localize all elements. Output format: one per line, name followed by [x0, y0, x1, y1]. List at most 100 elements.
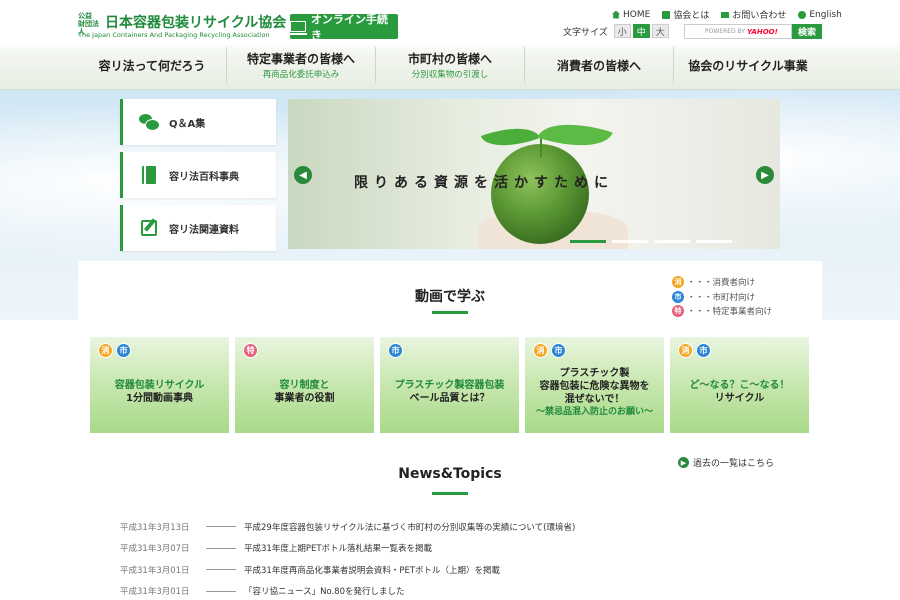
news-date: 平成31年3月13日: [120, 522, 190, 533]
search-provider-logo: YAHOO!: [747, 27, 778, 36]
online-procedure-button[interactable]: オンライン手続き: [288, 13, 398, 42]
online-procedure-label: オンライン手続き: [310, 12, 388, 42]
nav-item-label: 市町村の皆様へ: [407, 52, 492, 66]
nav-item-label: 協会のリサイクル事業: [688, 58, 808, 73]
logo-title: 日本容器包装リサイクル協会: [105, 15, 287, 31]
font-size-switcher: 文字サイズ 小 中 大: [563, 24, 669, 38]
legend-label: ・・・特定事業者向け: [687, 307, 773, 318]
about-link[interactable]: 協会とは: [662, 8, 709, 21]
municipal-badge: 市: [388, 343, 403, 358]
globe-icon: [798, 10, 807, 19]
video-card[interactable]: 市 プラスチック製容器包装 ベール品質とは？: [380, 337, 519, 433]
news-item[interactable]: 平成31年3月01日 「容リ協ニュース」No.80を発行しました: [120, 581, 800, 600]
news-list: 平成31年3月13日 平成29年度容器包装リサイクル法に基づく市町村の分別収集等…: [120, 516, 800, 600]
municipal-badge: 市: [672, 290, 684, 303]
news-date: 平成31年3月01日: [120, 565, 190, 576]
legend-item: 特 ・・・特定事業者向け: [672, 304, 772, 319]
news-archive-label: 過去の一覧はこちら: [693, 459, 775, 469]
computer-icon: [288, 21, 307, 35]
hero-slider: 限りある資源を活かすために ◀ ▶: [288, 99, 780, 249]
divider: [206, 526, 236, 528]
side-item-label: 容リ法関連資料: [169, 224, 239, 236]
title-underline: [432, 311, 468, 314]
site-logo[interactable]: 公益 財団法人 日本容器包装リサイクル協会 The Japan Containe…: [78, 12, 286, 42]
news-link[interactable]: 平成31年度再商品化事業者説明会資料・PETボトル（上期）を掲載: [244, 564, 500, 576]
business-badge: 特: [243, 343, 258, 358]
news-link[interactable]: 平成31年度上期PETボトル落札結果一覧表を掲載: [244, 542, 432, 554]
font-size-small-button[interactable]: 小: [613, 24, 631, 38]
video-card[interactable]: 消 市 容器包装リサイクル 1分間動画事典: [90, 337, 229, 433]
site-header: 公益 財団法人 日本容器包装リサイクル協会 The Japan Containe…: [0, 0, 900, 90]
video-section: 動画で学ぶ 消 ・・・消費者向け 市 ・・・市町村向け 特 ・・・特定事業者向け…: [78, 261, 822, 441]
side-item-encyclopedia[interactable]: 容リ法百科事典: [120, 152, 276, 198]
municipal-badge: 市: [551, 343, 566, 358]
nav-item-about-law[interactable]: 容リ法って何だろう: [78, 47, 226, 83]
slider-dot[interactable]: [612, 240, 648, 243]
legend-item: 市 ・・・市町村向け: [672, 290, 772, 305]
nav-item-sublabel: 再商品化委託申込み: [262, 70, 340, 80]
card-title: プラスチック製 容器包装に危険な異物を 混ぜないで！: [539, 367, 650, 405]
news-item[interactable]: 平成31年3月13日 平成29年度容器包装リサイクル法に基づく市町村の分別収集等…: [120, 516, 800, 538]
slider-dot[interactable]: [654, 240, 690, 243]
arrow-right-icon: ▶: [678, 457, 689, 468]
slider-dot[interactable]: [570, 240, 606, 243]
search-powered-label: POWERED BY: [705, 28, 746, 35]
chevron-left-icon: ◀: [299, 169, 307, 181]
legend-item: 消 ・・・消費者向け: [672, 275, 772, 290]
search-input[interactable]: POWERED BY YAHOO!: [684, 24, 792, 39]
home-link-label: HOME: [623, 9, 651, 20]
search-button[interactable]: 検索: [792, 24, 822, 39]
card-subtitle: ～禁忌品混入防止のお願い～: [535, 406, 653, 417]
font-size-medium-button[interactable]: 中: [632, 24, 650, 38]
about-link-label: 協会とは: [673, 11, 710, 21]
card-title: プラスチック製容器包装: [394, 380, 505, 391]
news-item[interactable]: 平成31年3月07日 平成31年度上期PETボトル落札結果一覧表を掲載: [120, 538, 800, 560]
side-item-label: Q＆A集: [169, 118, 206, 130]
slide-image-stem: [540, 137, 542, 157]
mail-icon: [721, 11, 730, 18]
nav-item-recycling-business[interactable]: 協会のリサイクル事業: [673, 47, 822, 83]
video-card[interactable]: 消 市 ど～なる？こ～なる！ リサイクル: [670, 337, 809, 433]
divider: [206, 569, 236, 571]
global-navigation: 容リ法って何だろう 特定事業者の皆様へ 再商品化委託申込み 市町村の皆様へ 分別…: [78, 47, 822, 83]
nav-item-label: 消費者の皆様へ: [556, 58, 641, 73]
utility-links: HOME 協会とは お問い合わせ English: [612, 8, 842, 21]
edit-icon: [139, 219, 159, 237]
video-card[interactable]: 特 容リ制度と 事業者の役割: [235, 337, 374, 433]
home-link[interactable]: HOME: [612, 8, 650, 21]
slider-next-button[interactable]: ▶: [756, 166, 774, 184]
card-subtitle: 1分間動画事典: [126, 393, 193, 404]
slider-prev-button[interactable]: ◀: [294, 166, 312, 184]
book-icon: [139, 166, 159, 184]
slider-dot[interactable]: [696, 240, 732, 243]
side-item-materials[interactable]: 容リ法関連資料: [120, 205, 276, 251]
chat-icon: [139, 113, 160, 131]
contact-link[interactable]: お問い合わせ: [721, 8, 786, 21]
font-size-large-button[interactable]: 大: [651, 24, 669, 38]
nav-item-label: 容リ法って何だろう: [98, 58, 206, 73]
news-archive-link[interactable]: ▶ 過去の一覧はこちら: [678, 456, 774, 469]
news-item[interactable]: 平成31年3月01日 平成31年度再商品化事業者説明会資料・PETボトル（上期）…: [120, 559, 800, 581]
card-badges: 消 市: [533, 343, 566, 358]
nav-item-municipalities[interactable]: 市町村の皆様へ 分別収集物の引渡し: [375, 47, 524, 83]
english-link[interactable]: English: [798, 8, 842, 21]
news-link[interactable]: 「容リ協ニュース」No.80を発行しました: [244, 585, 405, 597]
card-title: ど～なる？こ～なる！: [689, 380, 790, 391]
card-title: 容器包装リサイクル: [114, 380, 205, 391]
nav-item-sublabel: 分別収集物の引渡し: [411, 70, 489, 80]
slide-image-globe: [491, 144, 589, 244]
nav-item-label: 特定事業者の皆様へ: [246, 52, 355, 66]
consumer-badge: 消: [672, 276, 684, 289]
news-link[interactable]: 平成29年度容器包装リサイクル法に基づく市町村の分別収集等の実績について(環境省…: [244, 521, 575, 533]
card-subtitle: 事業者の役割: [274, 393, 335, 404]
legend-label: ・・・市町村向け: [687, 292, 756, 303]
legend-label: ・・・消費者向け: [687, 278, 756, 289]
video-card[interactable]: 消 市 プラスチック製 容器包装に危険な異物を 混ぜないで！ ～禁忌品混入防止の…: [525, 337, 664, 433]
nav-item-businesses[interactable]: 特定事業者の皆様へ 再商品化委託申込み: [226, 47, 375, 83]
home-icon: [612, 10, 620, 19]
side-item-qa[interactable]: Q＆A集: [120, 99, 276, 145]
municipal-badge: 市: [696, 343, 711, 358]
card-badges: 特: [243, 343, 258, 358]
card-badges: 市: [388, 343, 403, 358]
nav-item-consumers[interactable]: 消費者の皆様へ: [524, 47, 673, 83]
